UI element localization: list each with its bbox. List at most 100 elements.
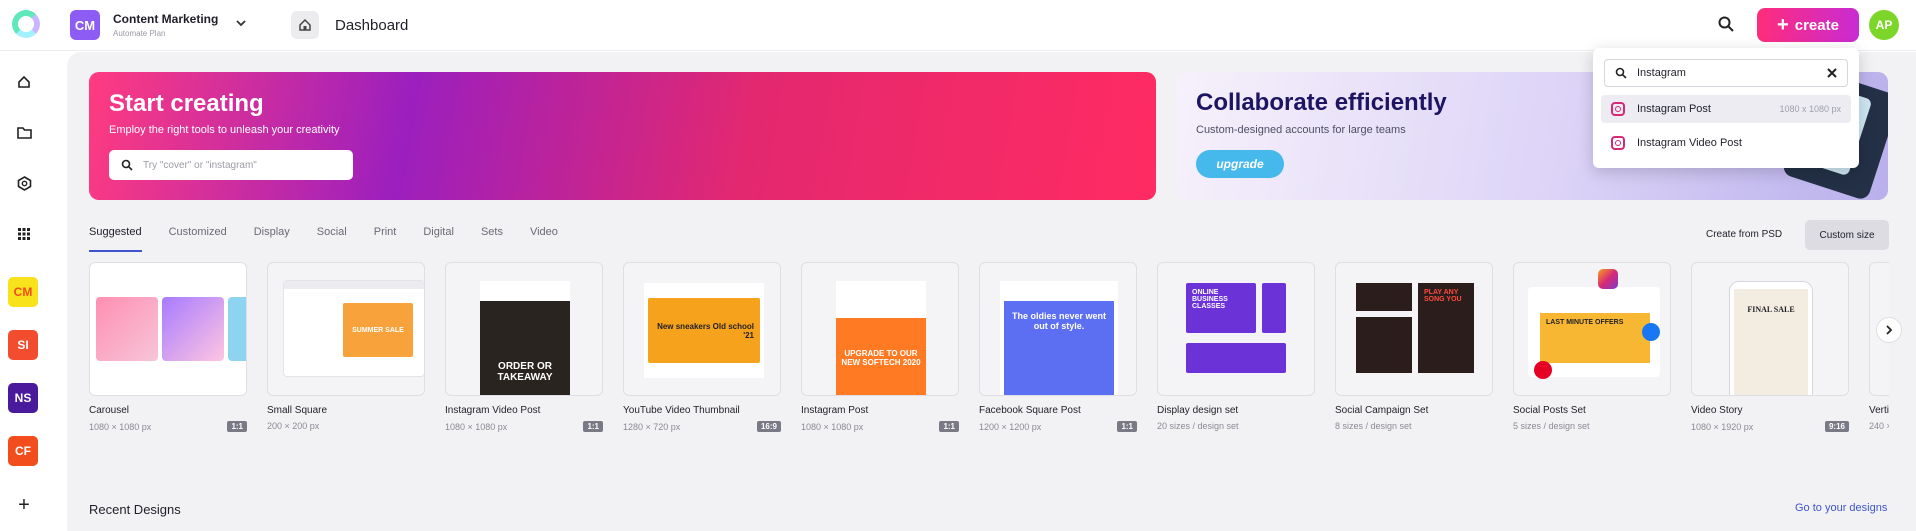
ratio-badge: 1:1 bbox=[583, 421, 603, 432]
template-card[interactable]: PLAY ANY SONG YOU Social Campaign Set 8 … bbox=[1335, 262, 1493, 431]
upgrade-button[interactable]: upgrade bbox=[1196, 150, 1284, 178]
create-button[interactable]: + create bbox=[1757, 8, 1859, 42]
template-card[interactable]: UPGRADE TO OUR NEW SOFTECH 2020 Instagra… bbox=[801, 262, 959, 432]
template-card[interactable]: Verti 240 × bbox=[1869, 262, 1889, 431]
sidebar-brand[interactable] bbox=[14, 173, 34, 193]
close-icon[interactable] bbox=[1825, 66, 1839, 80]
tab-print[interactable]: Print bbox=[374, 226, 397, 252]
thumb-text: New sneakers Old school '21 bbox=[648, 298, 760, 363]
template-thumbnail bbox=[89, 262, 247, 396]
tab-video[interactable]: Video bbox=[530, 226, 558, 252]
tab-sets[interactable]: Sets bbox=[481, 226, 503, 252]
ratio-badge: 1:1 bbox=[1117, 421, 1137, 432]
instagram-icon bbox=[1611, 102, 1625, 116]
template-size: 8 sizes / design set bbox=[1335, 421, 1412, 431]
tab-display[interactable]: Display bbox=[254, 226, 290, 252]
thumb-text: ORDER OR TAKEAWAY bbox=[480, 301, 570, 395]
template-thumbnail: SUMMER SALE bbox=[267, 262, 425, 396]
template-thumbnail: The oldies never went out of style. bbox=[979, 262, 1137, 396]
home-icon bbox=[18, 75, 30, 88]
tab-suggested[interactable]: Suggested bbox=[89, 226, 142, 252]
template-card[interactable]: LAST MINUTE OFFERS Social Posts Set 5 si… bbox=[1513, 262, 1671, 431]
search-icon[interactable] bbox=[1717, 15, 1735, 33]
template-thumbnail: FINAL SALE bbox=[1691, 262, 1849, 396]
chevron-right-icon bbox=[1886, 325, 1893, 335]
app-logo[interactable] bbox=[12, 10, 40, 38]
template-card[interactable]: The oldies never went out of style. Face… bbox=[979, 262, 1137, 432]
template-card[interactable]: New sneakers Old school '21 YouTube Vide… bbox=[623, 262, 781, 432]
custom-size-button[interactable]: Custom size bbox=[1805, 220, 1889, 250]
sidebar-home[interactable] bbox=[14, 72, 34, 92]
template-thumbnail: UPGRADE TO OUR NEW SOFTECH 2020 bbox=[801, 262, 959, 396]
search-result-size: 1080 x 1080 px bbox=[1779, 104, 1841, 114]
template-card[interactable]: SUMMER SALE Small Square 200 × 200 px bbox=[267, 262, 425, 431]
template-thumbnail: LAST MINUTE OFFERS bbox=[1513, 262, 1671, 396]
workspace-tile-si[interactable]: SI bbox=[8, 330, 38, 360]
workspace-avatar[interactable]: CM bbox=[70, 10, 100, 40]
template-name: Small Square bbox=[267, 405, 328, 416]
template-card[interactable]: Carousel 1080 × 1080 px 1:1 bbox=[89, 262, 247, 432]
template-size: 1080 × 1080 px bbox=[801, 421, 864, 432]
template-thumbnail: ORDER OR TAKEAWAY bbox=[445, 262, 603, 396]
template-size: 240 × bbox=[1869, 421, 1889, 431]
hero-subtitle: Employ the right tools to unleash your c… bbox=[109, 124, 340, 136]
create-label: create bbox=[1794, 16, 1839, 34]
create-from-psd-button[interactable]: Create from PSD bbox=[1706, 229, 1782, 240]
workspace-plan: Automate Plan bbox=[113, 29, 166, 38]
template-cards: Carousel 1080 × 1080 px 1:1 SUMMER SALE S… bbox=[89, 262, 1889, 437]
template-thumbnail: PLAY ANY SONG YOU bbox=[1335, 262, 1493, 396]
template-card[interactable]: ONLINE BUSINESS CLASSES Display design s… bbox=[1157, 262, 1315, 431]
template-size: 1200 × 1200 px bbox=[979, 421, 1042, 432]
user-avatar[interactable]: AP bbox=[1869, 10, 1899, 40]
next-templates-button[interactable] bbox=[1876, 317, 1902, 343]
template-name: Facebook Square Post bbox=[979, 405, 1081, 416]
category-tabs: Suggested Customized Display Social Prin… bbox=[89, 226, 585, 252]
sidebar-apps[interactable] bbox=[14, 224, 34, 244]
top-bar: CM Content Marketing Automate Plan Dashb… bbox=[0, 0, 1916, 51]
tab-customized[interactable]: Customized bbox=[169, 226, 227, 252]
hexagon-icon bbox=[17, 175, 31, 191]
hero-search-placeholder: Try "cover" or "instagram" bbox=[143, 159, 257, 171]
hero-search-input[interactable]: Try "cover" or "instagram" bbox=[109, 150, 353, 180]
start-creating-banner: Start creating Employ the right tools to… bbox=[89, 72, 1156, 200]
instagram-icon bbox=[1611, 136, 1625, 150]
tab-social[interactable]: Social bbox=[317, 226, 347, 252]
ratio-badge: 9:16 bbox=[1824, 421, 1849, 432]
template-thumbnail: ONLINE BUSINESS CLASSES bbox=[1157, 262, 1315, 396]
ratio-badge: 16:9 bbox=[756, 421, 781, 432]
template-size: 1280 × 720 px bbox=[623, 421, 681, 432]
search-result-instagram-video-post[interactable]: Instagram Video Post bbox=[1601, 129, 1851, 157]
search-query: Instagram bbox=[1637, 67, 1686, 79]
thumb-text: ONLINE BUSINESS CLASSES bbox=[1186, 283, 1256, 333]
thumb-text: PLAY ANY SONG YOU bbox=[1418, 283, 1474, 373]
workspace-name[interactable]: Content Marketing bbox=[113, 12, 218, 26]
template-name: Display design set bbox=[1157, 405, 1239, 416]
hero-title: Start creating bbox=[109, 90, 264, 117]
tab-digital[interactable]: Digital bbox=[423, 226, 454, 252]
sidebar-folders[interactable] bbox=[14, 122, 34, 142]
template-card[interactable]: FINAL SALE Video Story 1080 × 1920 px 9:1… bbox=[1691, 262, 1849, 432]
go-to-designs-link[interactable]: Go to your designs bbox=[1795, 502, 1887, 514]
template-size: 1080 × 1920 px bbox=[1691, 421, 1754, 432]
workspace-tile-ns[interactable]: NS bbox=[8, 383, 38, 413]
template-card[interactable]: ORDER OR TAKEAWAY Instagram Video Post 1… bbox=[445, 262, 603, 432]
recent-designs-title: Recent Designs bbox=[89, 502, 181, 517]
search-result-label: Instagram Video Post bbox=[1637, 137, 1742, 149]
thumb-text: The oldies never went out of style. bbox=[1004, 301, 1114, 395]
home-button[interactable] bbox=[291, 11, 319, 39]
ratio-badge: 1:1 bbox=[939, 421, 959, 432]
template-size: 5 sizes / design set bbox=[1513, 421, 1590, 431]
folder-icon bbox=[16, 126, 32, 139]
promo-subtitle: Custom-designed accounts for large teams bbox=[1196, 124, 1406, 136]
search-result-instagram-post[interactable]: Instagram Post 1080 x 1080 px bbox=[1601, 95, 1851, 123]
workspace-tile-cf[interactable]: CF bbox=[8, 436, 38, 466]
workspace-tile-cm[interactable]: CM bbox=[8, 277, 38, 307]
add-workspace-icon[interactable]: + bbox=[14, 494, 34, 516]
chevron-down-icon[interactable] bbox=[234, 16, 248, 30]
thumb-text: FINAL SALE bbox=[1734, 289, 1808, 395]
plus-icon: + bbox=[1777, 14, 1789, 36]
search-dropdown-input[interactable]: Instagram bbox=[1604, 59, 1848, 87]
home-icon bbox=[299, 18, 311, 31]
template-size: 1080 × 1080 px bbox=[89, 421, 152, 432]
template-thumbnail: New sneakers Old school '21 bbox=[623, 262, 781, 396]
